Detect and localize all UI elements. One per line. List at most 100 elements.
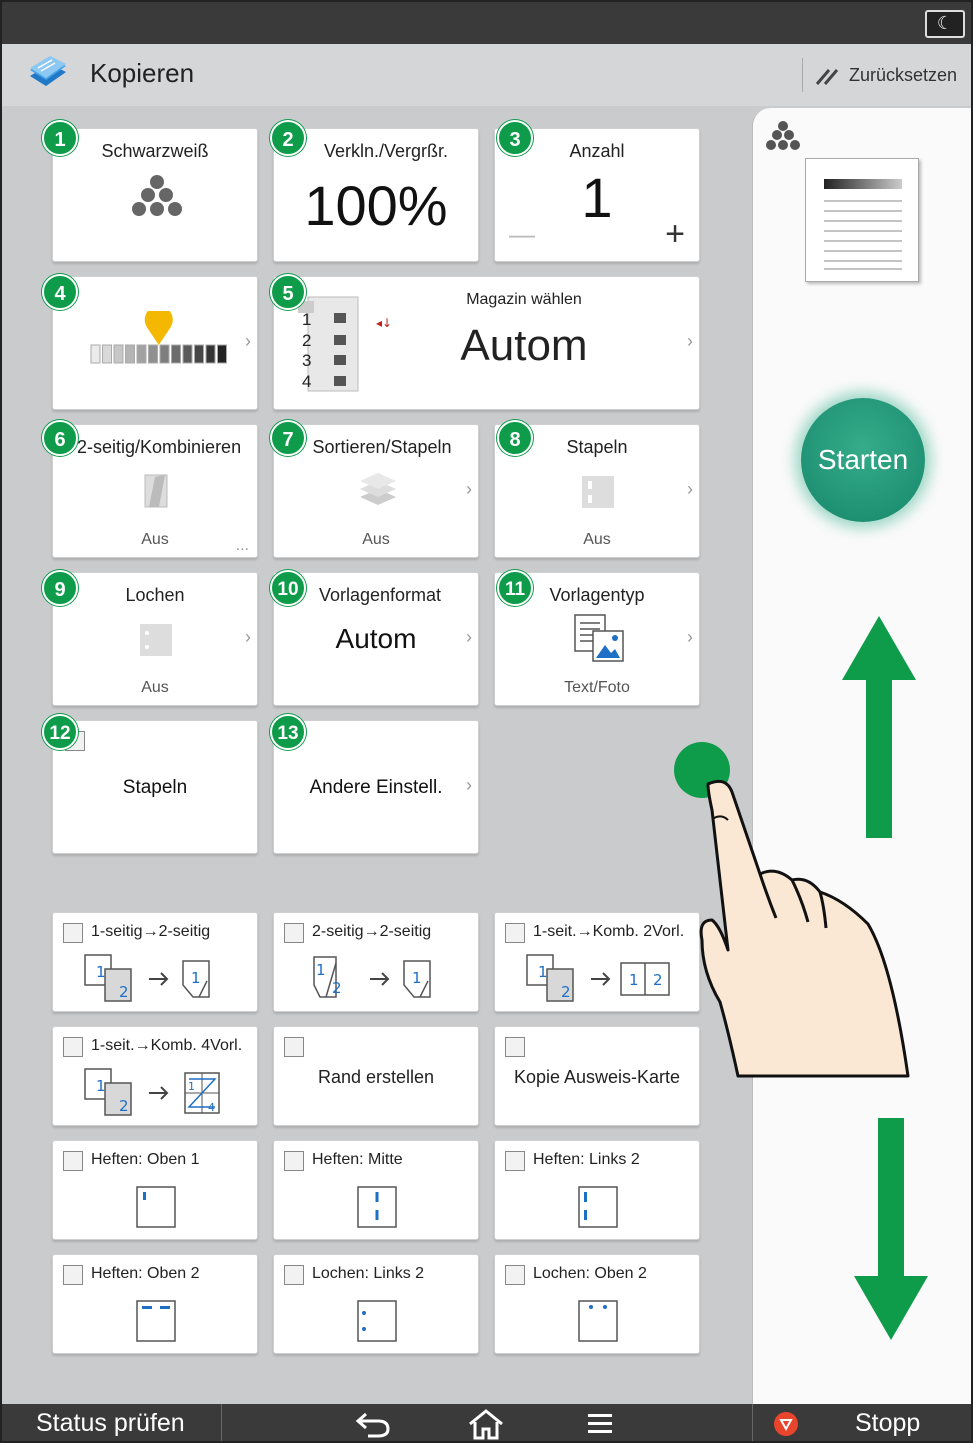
punch-page-icon xyxy=(140,624,172,656)
diagram-digit: 2 xyxy=(653,971,663,989)
color-mode-tile[interactable]: Schwarzweiß xyxy=(52,128,258,262)
shortcut-label: Heften: Mitte xyxy=(312,1151,403,1168)
chevron-right-icon: › xyxy=(466,627,472,647)
shortcut-checkbox[interactable] xyxy=(63,1265,83,1285)
night-mode-button[interactable]: ☾ xyxy=(925,10,965,38)
quantity-increase-button[interactable]: + xyxy=(665,215,685,254)
quantity-decrease-button[interactable]: — xyxy=(509,219,535,250)
shortcut-checkbox[interactable] xyxy=(505,923,525,943)
reset-label: Zurücksetzen xyxy=(849,65,958,85)
density-marker[interactable] xyxy=(144,311,173,345)
stop-label: Stopp xyxy=(855,1409,921,1437)
tile-title: Magazin wählen xyxy=(466,291,582,308)
callout-badge: 8 xyxy=(497,420,533,456)
duplex-1to2-diagram-icon: 1 2 1 xyxy=(84,954,210,1002)
duplex-page-icon xyxy=(144,474,168,508)
shortcut-staple-top2[interactable]: Heften: Oben 2 xyxy=(52,1254,258,1354)
paper-tray-tile[interactable]: ◂↓ 1 2 3 4 Magazin wählen Autom › xyxy=(273,276,700,410)
callout-badge: 4 xyxy=(42,274,78,310)
shortcut-label: Lochen: Links 2 xyxy=(312,1265,425,1282)
app-header: Kopieren Zurücksetzen xyxy=(2,44,971,106)
shortcut-checkbox[interactable] xyxy=(284,1265,304,1285)
shortcut-combine-2[interactable]: 1-seit.→Komb. 2Vorl. 1 2 1 2 xyxy=(494,912,700,1012)
density-segment xyxy=(102,344,112,364)
punch-top-icon xyxy=(578,1300,618,1342)
staple-middle-icon xyxy=(357,1186,397,1228)
shortcut-staple-middle[interactable]: Heften: Mitte xyxy=(273,1140,479,1240)
tray-number: 3 xyxy=(302,351,312,370)
punch-left-icon xyxy=(357,1300,397,1342)
system-bottom-bar: Status prüfen Stopp xyxy=(2,1404,971,1441)
stop-button[interactable]: Stopp xyxy=(752,1404,971,1441)
back-icon[interactable] xyxy=(354,1408,394,1440)
tile-title: Schwarzweiß xyxy=(101,141,209,161)
stop-icon xyxy=(774,1412,798,1436)
document-preview-icon xyxy=(824,179,902,270)
shortcut-duplex-1to2[interactable]: 1-seitig→2-seitig 1 2 1 xyxy=(52,912,258,1012)
shortcut-punch-left2[interactable]: Lochen: Links 2 xyxy=(273,1254,479,1354)
shortcut-punch-top2[interactable]: Lochen: Oben 2 xyxy=(494,1254,700,1354)
reset-icon xyxy=(815,69,839,85)
callout-badge: 1 xyxy=(42,120,78,156)
shortcut-checkbox[interactable] xyxy=(284,1037,304,1057)
diagram-digit: 2 xyxy=(561,983,571,1001)
density-tile[interactable]: › xyxy=(52,276,258,410)
shortcut-id-card[interactable]: Kopie Ausweis-Karte xyxy=(494,1026,700,1126)
density-segment xyxy=(113,344,124,364)
reset-button[interactable]: Zurücksetzen xyxy=(802,58,962,92)
chevron-right-icon: › xyxy=(245,331,251,351)
diagram-digit: 2 xyxy=(332,979,342,997)
combine-2-diagram-icon: 1 2 1 2 xyxy=(526,954,670,1002)
diagram-digit: 1 xyxy=(188,1080,195,1093)
shortcut-checkbox[interactable] xyxy=(63,1037,83,1057)
punch-tile[interactable]: Lochen Aus › xyxy=(52,572,258,706)
callout-badge: 10 xyxy=(270,570,306,606)
function-area: 1 Schwarzweiß 2 Verkln./Vergrßr. 100% 3 … xyxy=(2,106,750,1402)
chevron-right-icon: › xyxy=(466,775,472,795)
paper-tray-icon: ◂↓ xyxy=(298,296,392,392)
zoom-tile[interactable]: Verkln./Vergrßr. 100% xyxy=(273,128,479,262)
sort-stack-icon xyxy=(360,473,396,505)
home-icon[interactable] xyxy=(466,1408,506,1440)
diagram-digit: 1 xyxy=(412,969,422,987)
tile-title: 2-seitig/Kombinieren xyxy=(77,437,242,457)
shortcut-checkbox[interactable] xyxy=(505,1151,525,1171)
system-top-bar: ☾ xyxy=(2,2,971,44)
shortcut-checkbox[interactable] xyxy=(284,923,304,943)
shortcut-checkbox[interactable] xyxy=(63,923,83,943)
original-size-value: Autom xyxy=(335,623,417,654)
menu-icon[interactable] xyxy=(580,1408,620,1440)
density-segment xyxy=(159,344,170,364)
shortcut-duplex-2to2[interactable]: 2-seitig→2-seitig 1 2 1 xyxy=(273,912,479,1012)
callout-badge: 12 xyxy=(42,714,78,750)
shortcut-label: Heften: Oben 2 xyxy=(91,1265,200,1282)
shortcut-margin[interactable]: Rand erstellen xyxy=(273,1026,479,1126)
stack-shortcut-tile[interactable]: Stapeln xyxy=(52,720,258,854)
zoom-value: 100% xyxy=(304,174,448,237)
shortcut-label: 1-seitig→2-seitig xyxy=(91,923,211,940)
color-mode-indicator-icon xyxy=(766,121,800,150)
more-icon: ... xyxy=(235,537,249,554)
diagram-digit: 4 xyxy=(208,1101,215,1114)
duplex-tile[interactable]: 2-seitig/Kombinieren Aus ... xyxy=(52,424,258,558)
svg-text:◂↓: ◂↓ xyxy=(376,316,392,330)
shortcut-checkbox[interactable] xyxy=(63,1151,83,1171)
shortcut-combine-4[interactable]: 1-seit.→Komb. 4Vorl. 1 2 1 4 xyxy=(52,1026,258,1126)
shortcut-checkbox[interactable] xyxy=(284,1151,304,1171)
diagram-digit: 1 xyxy=(316,961,326,979)
shortcut-staple-top1[interactable]: Heften: Oben 1 xyxy=(52,1140,258,1240)
tile-status: Aus xyxy=(141,679,169,696)
start-button[interactable]: Starten xyxy=(801,398,925,522)
diagram-digit: 2 xyxy=(119,1097,129,1115)
callout-badge: 5 xyxy=(270,274,306,310)
check-status-button[interactable]: Status prüfen xyxy=(2,1404,222,1441)
shortcut-staple-left2[interactable]: Heften: Links 2 xyxy=(494,1140,700,1240)
page-preview xyxy=(805,158,919,282)
chevron-right-icon: › xyxy=(245,627,251,647)
shortcut-checkbox[interactable] xyxy=(505,1037,525,1057)
shortcut-label: Heften: Oben 1 xyxy=(91,1151,200,1168)
diagram-digit: 1 xyxy=(629,971,639,989)
shortcut-checkbox[interactable] xyxy=(505,1265,525,1285)
start-panel: Starten xyxy=(752,108,971,1404)
diagram-digit: 1 xyxy=(191,969,201,987)
